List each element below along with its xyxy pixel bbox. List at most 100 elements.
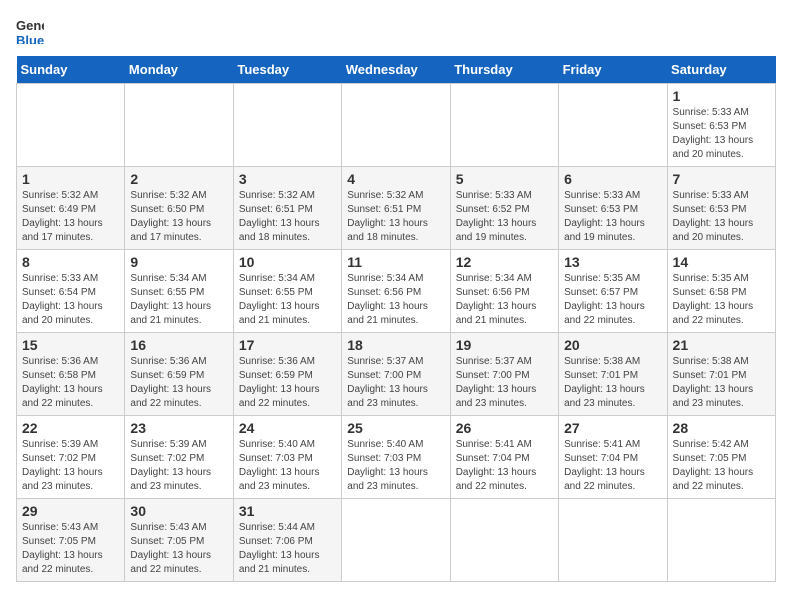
- day-info: Sunrise: 5:32 AM Sunset: 6:49 PM Dayligh…: [22, 189, 119, 245]
- day-info: Sunrise: 5:39 AM Sunset: 7:02 PM Dayligh…: [130, 438, 227, 494]
- day-info: Sunrise: 5:34 AM Sunset: 6:56 PM Dayligh…: [456, 272, 553, 328]
- day-number: 8: [22, 254, 119, 270]
- day-cell: 25 Sunrise: 5:40 AM Sunset: 7:03 PM Dayli…: [342, 416, 450, 499]
- logo-icon: General Blue: [16, 16, 44, 44]
- day-cell: 28Sunrise: 5:42 AM Sunset: 7:05 PM Dayli…: [667, 416, 775, 499]
- day-info: Sunrise: 5:34 AM Sunset: 6:55 PM Dayligh…: [130, 272, 227, 328]
- day-info: Sunrise: 5:40 AM Sunset: 7:03 PM Dayligh…: [239, 438, 336, 494]
- day-number: 11: [347, 254, 444, 270]
- col-header-thursday: Thursday: [450, 56, 558, 84]
- day-cell: 4 Sunrise: 5:32 AM Sunset: 6:51 PM Daylig…: [342, 167, 450, 250]
- day-info: Sunrise: 5:40 AM Sunset: 7:03 PM Dayligh…: [347, 438, 444, 494]
- day-number: 4: [347, 171, 444, 187]
- day-cell: [667, 499, 775, 582]
- day-cell: 1 Sunrise: 5:33 AM Sunset: 6:53 PM Daylig…: [667, 84, 775, 167]
- week-row-5: 22 Sunrise: 5:39 AM Sunset: 7:02 PM Dayli…: [17, 416, 776, 499]
- day-info: Sunrise: 5:36 AM Sunset: 6:58 PM Dayligh…: [22, 355, 119, 411]
- day-number: 31: [239, 503, 336, 519]
- calendar-table: SundayMondayTuesdayWednesdayThursdayFrid…: [16, 56, 776, 582]
- day-number: 3: [239, 171, 336, 187]
- week-row-3: 8 Sunrise: 5:33 AM Sunset: 6:54 PM Daylig…: [17, 250, 776, 333]
- day-number: 6: [564, 171, 661, 187]
- day-number: 5: [456, 171, 553, 187]
- day-number: 25: [347, 420, 444, 436]
- day-info: Sunrise: 5:34 AM Sunset: 6:56 PM Dayligh…: [347, 272, 444, 328]
- day-number: 26: [456, 420, 553, 436]
- day-number: 12: [456, 254, 553, 270]
- day-cell: 5 Sunrise: 5:33 AM Sunset: 6:52 PM Daylig…: [450, 167, 558, 250]
- day-number: 15: [22, 337, 119, 353]
- day-info: Sunrise: 5:44 AM Sunset: 7:06 PM Dayligh…: [239, 521, 336, 577]
- day-info: Sunrise: 5:37 AM Sunset: 7:00 PM Dayligh…: [456, 355, 553, 411]
- day-number: 1: [673, 88, 770, 104]
- day-info: Sunrise: 5:36 AM Sunset: 6:59 PM Dayligh…: [239, 355, 336, 411]
- day-cell: 13 Sunrise: 5:35 AM Sunset: 6:57 PM Dayli…: [559, 250, 667, 333]
- day-number: 24: [239, 420, 336, 436]
- col-header-monday: Monday: [125, 56, 233, 84]
- day-cell: [342, 84, 450, 167]
- day-cell: 20Sunrise: 5:38 AM Sunset: 7:01 PM Dayli…: [559, 333, 667, 416]
- day-cell: [559, 499, 667, 582]
- day-cell: 1 Sunrise: 5:32 AM Sunset: 6:49 PM Daylig…: [17, 167, 125, 250]
- day-info: Sunrise: 5:34 AM Sunset: 6:55 PM Dayligh…: [239, 272, 336, 328]
- day-cell: 30 Sunrise: 5:43 AM Sunset: 7:05 PM Dayli…: [125, 499, 233, 582]
- day-info: Sunrise: 5:32 AM Sunset: 6:50 PM Dayligh…: [130, 189, 227, 245]
- day-cell: 6 Sunrise: 5:33 AM Sunset: 6:53 PM Daylig…: [559, 167, 667, 250]
- day-number: 28: [673, 420, 770, 436]
- day-cell: 24 Sunrise: 5:40 AM Sunset: 7:03 PM Dayli…: [233, 416, 341, 499]
- day-cell: 3Sunrise: 5:32 AM Sunset: 6:51 PM Daylig…: [233, 167, 341, 250]
- day-info: Sunrise: 5:43 AM Sunset: 7:05 PM Dayligh…: [130, 521, 227, 577]
- day-cell: 7Sunrise: 5:33 AM Sunset: 6:53 PM Daylig…: [667, 167, 775, 250]
- day-info: Sunrise: 5:38 AM Sunset: 7:01 PM Dayligh…: [564, 355, 661, 411]
- day-info: Sunrise: 5:38 AM Sunset: 7:01 PM Dayligh…: [673, 355, 770, 411]
- day-cell: 26Sunrise: 5:41 AM Sunset: 7:04 PM Dayli…: [450, 416, 558, 499]
- day-number: 21: [673, 337, 770, 353]
- day-cell: 19 Sunrise: 5:37 AM Sunset: 7:00 PM Dayli…: [450, 333, 558, 416]
- col-header-sunday: Sunday: [17, 56, 125, 84]
- day-number: 18: [347, 337, 444, 353]
- day-cell: 18Sunrise: 5:37 AM Sunset: 7:00 PM Dayli…: [342, 333, 450, 416]
- day-cell: 29Sunrise: 5:43 AM Sunset: 7:05 PM Dayli…: [17, 499, 125, 582]
- day-cell: [233, 84, 341, 167]
- col-header-saturday: Saturday: [667, 56, 775, 84]
- svg-text:Blue: Blue: [16, 33, 44, 44]
- day-info: Sunrise: 5:33 AM Sunset: 6:53 PM Dayligh…: [564, 189, 661, 245]
- day-number: 16: [130, 337, 227, 353]
- day-info: Sunrise: 5:43 AM Sunset: 7:05 PM Dayligh…: [22, 521, 119, 577]
- day-cell: 23 Sunrise: 5:39 AM Sunset: 7:02 PM Dayli…: [125, 416, 233, 499]
- day-cell: 9 Sunrise: 5:34 AM Sunset: 6:55 PM Daylig…: [125, 250, 233, 333]
- day-cell: [125, 84, 233, 167]
- day-number: 30: [130, 503, 227, 519]
- col-header-tuesday: Tuesday: [233, 56, 341, 84]
- day-number: 1: [22, 171, 119, 187]
- day-cell: 10Sunrise: 5:34 AM Sunset: 6:55 PM Dayli…: [233, 250, 341, 333]
- week-row-1: 1 Sunrise: 5:33 AM Sunset: 6:53 PM Daylig…: [17, 84, 776, 167]
- day-info: Sunrise: 5:33 AM Sunset: 6:53 PM Dayligh…: [673, 106, 770, 162]
- day-number: 23: [130, 420, 227, 436]
- day-info: Sunrise: 5:33 AM Sunset: 6:52 PM Dayligh…: [456, 189, 553, 245]
- day-info: Sunrise: 5:35 AM Sunset: 6:57 PM Dayligh…: [564, 272, 661, 328]
- day-number: 14: [673, 254, 770, 270]
- day-cell: 2 Sunrise: 5:32 AM Sunset: 6:50 PM Daylig…: [125, 167, 233, 250]
- day-number: 22: [22, 420, 119, 436]
- day-number: 2: [130, 171, 227, 187]
- day-cell: 14Sunrise: 5:35 AM Sunset: 6:58 PM Dayli…: [667, 250, 775, 333]
- day-cell: 17Sunrise: 5:36 AM Sunset: 6:59 PM Dayli…: [233, 333, 341, 416]
- col-header-wednesday: Wednesday: [342, 56, 450, 84]
- logo: General Blue: [16, 16, 44, 44]
- day-cell: 8 Sunrise: 5:33 AM Sunset: 6:54 PM Daylig…: [17, 250, 125, 333]
- day-cell: [450, 84, 558, 167]
- day-number: 9: [130, 254, 227, 270]
- day-info: Sunrise: 5:32 AM Sunset: 6:51 PM Dayligh…: [347, 189, 444, 245]
- col-header-friday: Friday: [559, 56, 667, 84]
- day-number: 13: [564, 254, 661, 270]
- day-cell: 21 Sunrise: 5:38 AM Sunset: 7:01 PM Dayli…: [667, 333, 775, 416]
- day-number: 7: [673, 171, 770, 187]
- day-number: 19: [456, 337, 553, 353]
- day-info: Sunrise: 5:33 AM Sunset: 6:54 PM Dayligh…: [22, 272, 119, 328]
- page-header: General Blue: [16, 16, 776, 44]
- day-cell: [17, 84, 125, 167]
- day-info: Sunrise: 5:41 AM Sunset: 7:04 PM Dayligh…: [564, 438, 661, 494]
- day-number: 27: [564, 420, 661, 436]
- day-cell: 27 Sunrise: 5:41 AM Sunset: 7:04 PM Dayli…: [559, 416, 667, 499]
